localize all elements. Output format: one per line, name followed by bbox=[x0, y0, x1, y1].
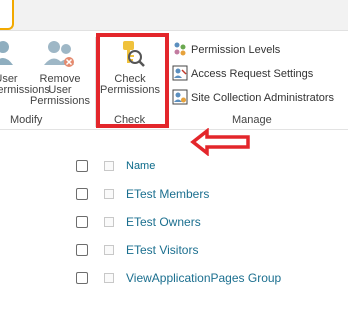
row-checkbox[interactable] bbox=[76, 244, 88, 256]
permission-levels-button[interactable]: Permission Levels bbox=[172, 40, 280, 60]
groups-list: Name ETest Members ETest Owners ETest Vi… bbox=[76, 152, 281, 292]
access-request-settings-label: Access Request Settings bbox=[191, 68, 314, 80]
remove-user-permissions-button[interactable]: Remove User Permissions bbox=[27, 35, 93, 107]
row-type-icon bbox=[104, 273, 114, 283]
access-request-settings-button[interactable]: Access Request Settings bbox=[172, 64, 313, 84]
site-collection-administrators-label: Site Collection Administrators bbox=[191, 92, 335, 104]
row-type-icon bbox=[104, 189, 114, 199]
group-link[interactable]: ETest Members bbox=[126, 187, 209, 201]
modify-group-label: Modify bbox=[10, 114, 43, 126]
ribbon: User Permissions Remove User Permissions… bbox=[0, 31, 348, 130]
remove-user-label-2: Permissions bbox=[30, 95, 90, 107]
ribbon-tab-bar bbox=[0, 0, 348, 31]
group-link[interactable]: ETest Visitors bbox=[126, 243, 198, 257]
row-type-icon bbox=[104, 217, 114, 227]
user-permissions-button[interactable]: User Permissions bbox=[0, 35, 50, 96]
list-header-row: Name bbox=[76, 152, 281, 180]
access-request-icon bbox=[172, 65, 188, 81]
site-admins-icon bbox=[172, 89, 188, 105]
list-item: ETest Members bbox=[76, 180, 281, 208]
active-ribbon-tab[interactable] bbox=[0, 0, 14, 30]
row-checkbox[interactable] bbox=[76, 272, 88, 284]
permission-levels-label: Permission Levels bbox=[191, 44, 281, 56]
user-permissions-icon bbox=[0, 41, 13, 65]
list-item: ViewApplicationPages Group bbox=[76, 264, 281, 292]
list-item: ETest Visitors bbox=[76, 236, 281, 264]
name-column-header[interactable]: Name bbox=[126, 160, 155, 172]
site-collection-administrators-button[interactable]: Site Collection Administrators bbox=[172, 88, 334, 108]
manage-group-label: Manage bbox=[232, 114, 272, 126]
row-checkbox[interactable] bbox=[76, 188, 88, 200]
remove-user-label-1: Remove User bbox=[39, 73, 81, 96]
list-item: ETest Owners bbox=[76, 208, 281, 236]
group-link[interactable]: ViewApplicationPages Group bbox=[126, 271, 281, 285]
group-link[interactable]: ETest Owners bbox=[126, 215, 201, 229]
header-type-checkbox[interactable] bbox=[104, 161, 114, 171]
permission-levels-icon bbox=[174, 42, 186, 56]
row-checkbox[interactable] bbox=[76, 216, 88, 228]
remove-user-icon bbox=[44, 41, 74, 67]
select-all-checkbox[interactable] bbox=[76, 160, 88, 172]
annotation-highlight-box bbox=[96, 33, 169, 128]
row-type-icon bbox=[104, 245, 114, 255]
